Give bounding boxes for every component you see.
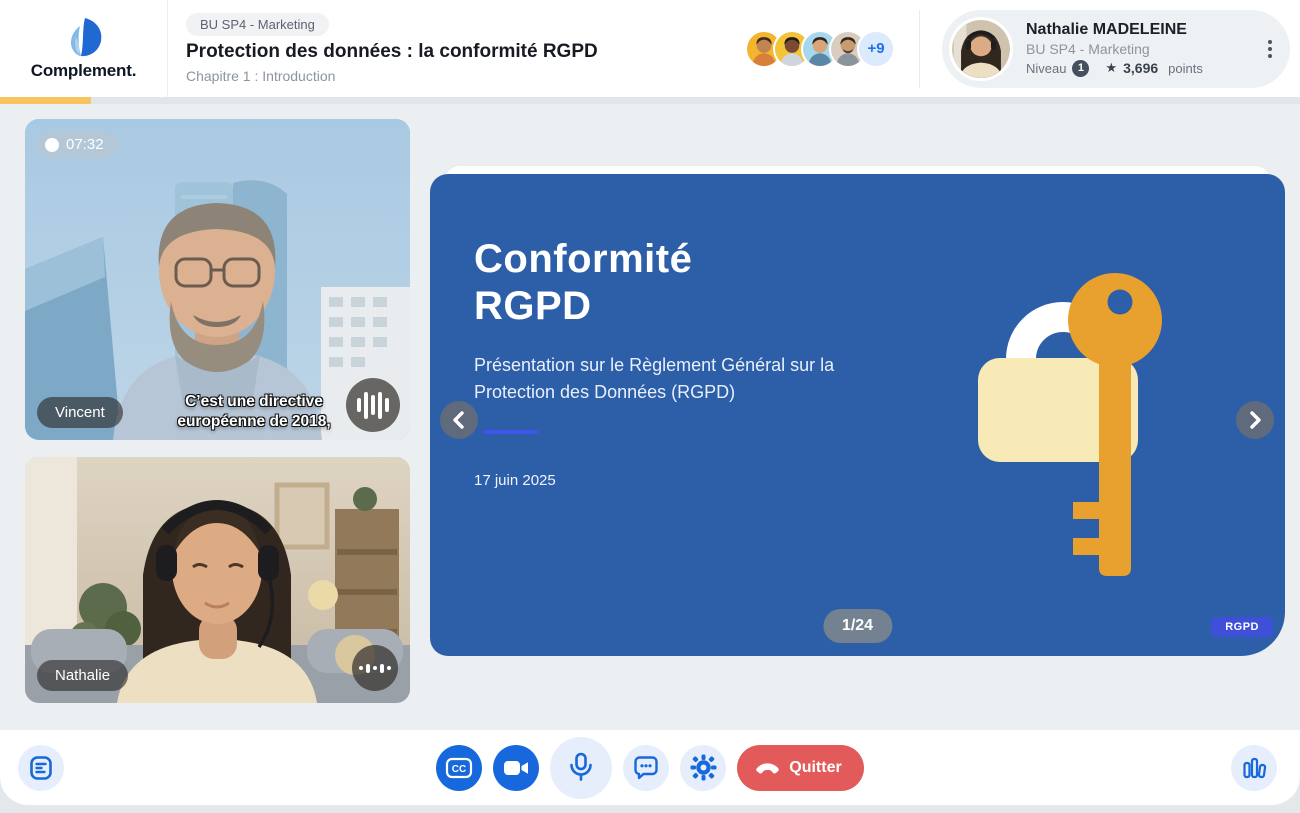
- course-header: BU SP4 - Marketing Protection des donnée…: [186, 13, 598, 84]
- slide-accent-line: [483, 430, 538, 434]
- header: Complement. BU SP4 - Marketing Protectio…: [0, 0, 1300, 97]
- course-progress-fill: [0, 97, 91, 104]
- profile-level: Niveau 1 ★ 3,696 points: [1026, 60, 1260, 77]
- notes-button[interactable]: [18, 745, 64, 791]
- chat-icon: [633, 755, 659, 780]
- leaderboard-button[interactable]: [1231, 745, 1277, 791]
- points-value: 3,696: [1123, 60, 1158, 76]
- caption-line: européenne de 2018,: [143, 412, 365, 432]
- course-badge: BU SP4 - Marketing: [186, 13, 329, 36]
- microphone-button[interactable]: [550, 737, 612, 799]
- chapter-label: Chapitre 1 : Introduction: [186, 68, 335, 84]
- chevron-right-icon: [1247, 411, 1263, 429]
- call-toolbar: CC: [0, 730, 1300, 805]
- previous-slide-button[interactable]: [440, 401, 478, 439]
- chevron-left-icon: [451, 411, 467, 429]
- profile-avatar: [949, 17, 1013, 81]
- svg-text:CC: CC: [452, 764, 466, 775]
- video-tile-vincent[interactable]: 07:32 C’est une directive européenne de …: [25, 119, 410, 440]
- record-dot-icon: [45, 138, 59, 152]
- profile-team: BU SP4 - Marketing: [1026, 41, 1260, 57]
- video-column: 07:32 C’est une directive européenne de …: [25, 119, 410, 730]
- video-tile-nathalie[interactable]: Nathalie: [25, 457, 410, 703]
- slide-subtitle: Présentation sur le Règlement Général su…: [474, 352, 906, 406]
- leaderboard-icon: [1242, 756, 1267, 780]
- chat-button[interactable]: [623, 745, 669, 791]
- slide-title: Conformité RGPD: [474, 236, 692, 330]
- profile-card[interactable]: Nathalie MADELEINE BU SP4 - Marketing Ni…: [942, 10, 1290, 88]
- logo-icon: [64, 17, 104, 59]
- camera-icon: [503, 759, 529, 777]
- logo-text: Complement.: [31, 61, 136, 81]
- course-progress-bar: [0, 97, 1300, 104]
- captions-button[interactable]: CC: [436, 745, 482, 791]
- profile-info: Nathalie MADELEINE BU SP4 - Marketing Ni…: [1026, 21, 1260, 77]
- quit-label: Quitter: [789, 759, 841, 777]
- notes-icon: [28, 755, 54, 781]
- toolbar-center: CC: [436, 737, 863, 799]
- level-badge: 1: [1072, 60, 1089, 77]
- star-icon: ★: [1105, 60, 1117, 76]
- slide-date: 17 juin 2025: [474, 472, 556, 489]
- logo: Complement.: [0, 0, 168, 97]
- app-window: Complement. BU SP4 - Marketing Protectio…: [0, 0, 1300, 805]
- participants-more-badge[interactable]: +9: [857, 30, 895, 68]
- participants-avatars: +9: [745, 30, 895, 68]
- live-caption: C’est une directive européenne de 2018,: [143, 392, 365, 432]
- next-slide-button[interactable]: [1236, 401, 1274, 439]
- header-divider: [919, 10, 920, 88]
- recording-timer: 07:32: [37, 131, 118, 158]
- slide-brand-badge: RGPD: [1211, 617, 1273, 637]
- audio-level-icon: [352, 645, 398, 691]
- page-title: Protection des données : la conformité R…: [186, 41, 598, 63]
- audio-level-icon: [346, 378, 400, 432]
- caption-line: C’est une directive: [143, 392, 365, 412]
- gear-icon: [690, 754, 717, 781]
- points-label: points: [1168, 61, 1203, 76]
- settings-button[interactable]: [680, 745, 726, 791]
- level-label: Niveau: [1026, 61, 1066, 76]
- main-content: 07:32 C’est une directive européenne de …: [0, 104, 1300, 730]
- profile-name: Nathalie MADELEINE: [1026, 21, 1260, 39]
- lock-and-key-illustration: [973, 264, 1223, 594]
- speaker-name-pill: Vincent: [37, 397, 123, 428]
- profile-menu-button[interactable]: [1260, 32, 1280, 66]
- quit-call-button[interactable]: Quitter: [737, 745, 863, 791]
- slide-canvas: Conformité RGPD Présentation sur le Règl…: [430, 174, 1285, 656]
- speaker-name-pill: Nathalie: [37, 660, 128, 691]
- camera-button[interactable]: [493, 745, 539, 791]
- slide-area: Conformité RGPD Présentation sur le Règl…: [430, 119, 1285, 730]
- timer-value: 07:32: [66, 136, 104, 153]
- mic-icon: [567, 752, 595, 783]
- slide-page-indicator: 1/24: [823, 609, 892, 643]
- phone-down-icon: [755, 761, 780, 774]
- cc-icon: CC: [445, 757, 473, 779]
